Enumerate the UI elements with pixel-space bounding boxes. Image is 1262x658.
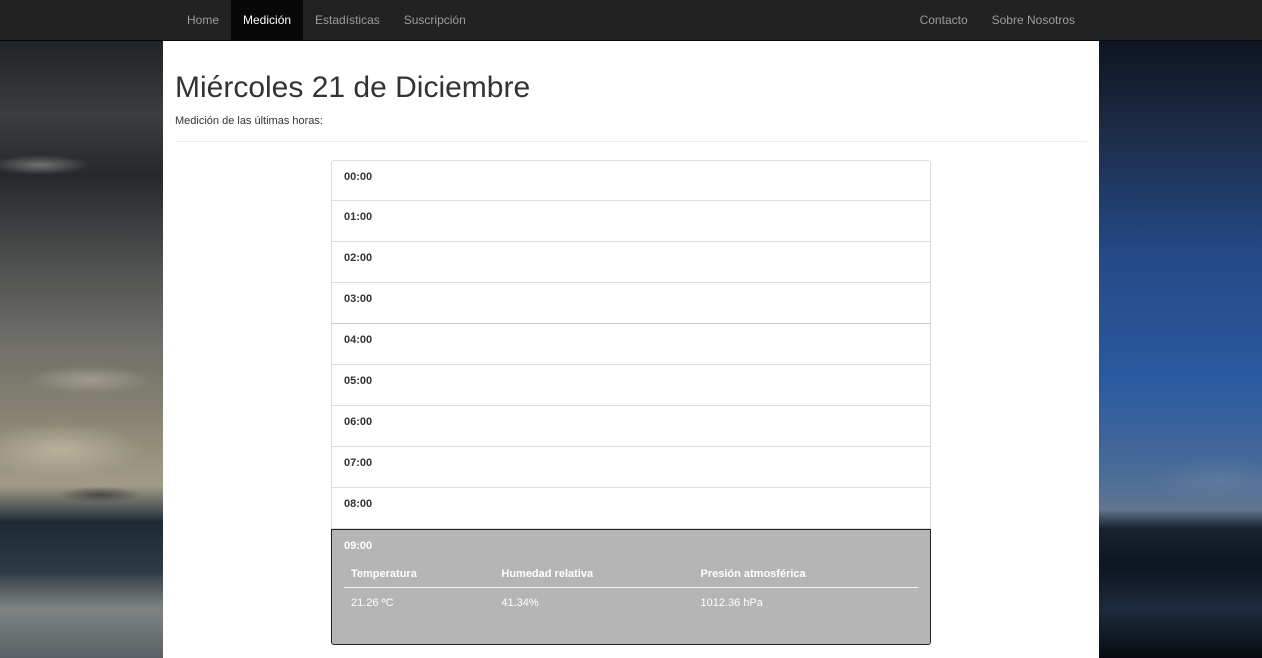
hour-item-09-expanded[interactable]: 09:00 Temperatura Humedad relativa Presi… — [331, 529, 931, 645]
hour-item-04[interactable]: 04:00 — [331, 324, 931, 365]
hour-item-06[interactable]: 06:00 — [331, 406, 931, 447]
hour-item-07[interactable]: 07:00 — [331, 447, 931, 488]
nav-item-medicion[interactable]: Medición — [231, 0, 304, 40]
hour-accordion: 00:00 01:00 02:00 03:00 04:00 05:00 06:0… — [331, 160, 931, 645]
page-subtitle: Medición de las últimas horas: — [175, 115, 323, 127]
nav-item-sobre-nosotros[interactable]: Sobre Nosotros — [980, 0, 1087, 40]
hour-item-01[interactable]: 01:00 — [331, 201, 931, 242]
background-image-left — [0, 40, 163, 658]
value-humedad: 41.34% — [501, 597, 539, 609]
hour-item-05[interactable]: 05:00 — [331, 365, 931, 406]
navbar: Home Medición Estadísticas Suscripción C… — [0, 0, 1262, 41]
reading-table-header-row: Temperatura Humedad relativa Presión atm… — [344, 564, 918, 588]
hour-item-08[interactable]: 08:00 — [331, 488, 931, 529]
value-temperatura: 21.26 ºC — [351, 597, 394, 609]
hour-item-03[interactable]: 03:00 — [331, 283, 931, 324]
hour-item-02[interactable]: 02:00 — [331, 242, 931, 283]
nav-item-contacto[interactable]: Contacto — [908, 0, 980, 40]
hour-label-09: 09:00 — [344, 540, 373, 552]
nav-item-home[interactable]: Home — [175, 0, 231, 40]
main-container: Miércoles 21 de Diciembre Medición de la… — [163, 41, 1099, 658]
column-presion: Presión atmosférica — [693, 564, 918, 588]
reading-table: Temperatura Humedad relativa Presión atm… — [344, 564, 918, 618]
reading-table-row: 21.26 ºC 41.34% 1012.36 hPa — [344, 588, 918, 619]
column-humedad: Humedad relativa — [494, 564, 694, 588]
value-presion: 1012.36 hPa — [700, 597, 763, 609]
background-image-right — [1099, 40, 1262, 658]
hour-item-00[interactable]: 00:00 — [331, 160, 931, 201]
nav-right-group: Contacto Sobre Nosotros — [908, 0, 1087, 40]
nav-item-suscripcion[interactable]: Suscripción — [392, 0, 478, 40]
nav-left-group: Home Medición Estadísticas Suscripción — [175, 0, 478, 40]
nav-item-estadisticas[interactable]: Estadísticas — [303, 0, 392, 40]
page-header: Miércoles 21 de Diciembre Medición de la… — [175, 41, 1087, 142]
column-temperatura: Temperatura — [344, 564, 495, 588]
page-title: Miércoles 21 de Diciembre — [175, 71, 531, 104]
